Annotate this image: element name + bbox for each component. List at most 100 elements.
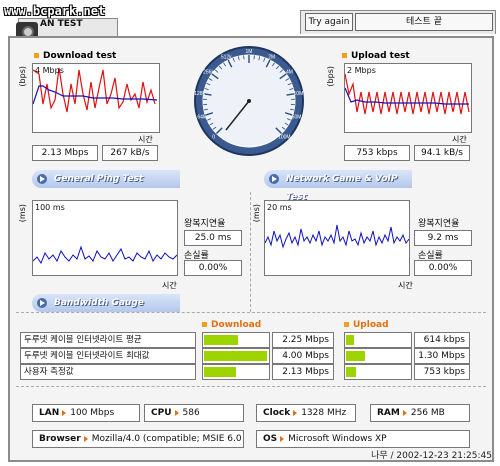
bandwidth-gauge-title: Bandwidth Gauge: [54, 298, 144, 308]
game-graph-svg: [264, 224, 410, 249]
ram-key: RAM: [377, 408, 400, 418]
retry-toolbar: Try again 테스트 끝: [300, 10, 496, 34]
upload-xlabel: 시간: [452, 135, 467, 144]
bullet-icon: [34, 53, 39, 58]
bandwidth-upload-header: Upload: [344, 320, 389, 330]
bandwidth-upload-header-text: Upload: [353, 320, 389, 330]
sysinfo-divider: [16, 386, 486, 387]
upload-title: Upload test: [342, 51, 410, 61]
bullet-icon: [344, 322, 349, 327]
download-xlabel: 시간: [138, 135, 153, 144]
lan-value: 100 Mbps: [70, 408, 115, 418]
ping-graph: 100 ms: [32, 200, 178, 276]
gauge-label: 128k: [194, 91, 205, 97]
lan-key: LAN: [39, 408, 60, 418]
bandwidth-down-fill: [204, 351, 267, 361]
gauge-hub: [247, 99, 251, 103]
footer-stamp: 나무 / 2002-12-23 21:25:45: [371, 451, 492, 461]
bandwidth-down-value: 2.25 Mbps: [272, 332, 334, 348]
bandwidth-gauge-header: Bandwidth Gauge: [32, 294, 180, 312]
game-xlabel: 시간: [398, 281, 413, 290]
ping-rtt-value: 25.0 ms: [184, 230, 242, 246]
bandwidth-down-bar: [202, 364, 270, 380]
gauge-label: 2M: [268, 54, 275, 60]
arrow-icon: [83, 435, 88, 442]
game-test-header: Network Game & VoIP Test: [264, 170, 412, 202]
section-arrow-icon: [37, 174, 47, 184]
download-max-label: 4 Mbps: [35, 66, 64, 75]
game-rtt-value: 9.2 ms: [414, 230, 472, 246]
gauge-label: 50M: [292, 114, 302, 120]
ping-max-label: 100 ms: [35, 203, 65, 212]
bandwidth-up-value: 1.30 Mbps: [414, 348, 470, 364]
gauge-label: 64k: [197, 114, 206, 120]
ping-xlabel: 시간: [162, 281, 177, 290]
upload-speed-bytes: 94.1 kB/s: [414, 145, 470, 161]
bandwidth-up-value: 753 kbps: [414, 364, 470, 380]
bandwidth-row-label: 사용자 측정값: [20, 364, 196, 380]
gauge-svg: 0 64k 128k 256k 512k 1M 2M 4M 10M 50M 100M: [194, 46, 304, 156]
arrow-icon: [402, 409, 407, 416]
arrow-icon: [62, 409, 67, 416]
clock-key: Clock: [263, 408, 291, 418]
arrow-icon: [293, 409, 298, 416]
bandwidth-up-bar: [344, 364, 412, 380]
bandwidth-up-bar: [344, 348, 412, 364]
bandwidth-down-fill: [204, 335, 238, 345]
bandwidth-up-fill: [346, 367, 356, 377]
gauge-label: 0: [212, 134, 215, 140]
gauge-label: 1M: [246, 49, 253, 55]
gauge-label: 4M: [286, 70, 293, 76]
ping-series: [32, 245, 178, 265]
ping-ylabel: (ms): [18, 204, 27, 223]
ping-test-title: General Ping Test: [54, 174, 144, 184]
cpu-key: CPU: [151, 408, 172, 418]
try-again-button[interactable]: Try again: [305, 13, 353, 31]
gauge-label: 256k: [203, 70, 214, 76]
section-divider: [250, 192, 251, 312]
gauge-label: 100M: [278, 134, 291, 140]
bandwidth-down-bar: [202, 332, 270, 348]
browser-info: Browser Mozilla/4.0 (compatible; MSIE 6.0: [32, 430, 244, 448]
bandwidth-up-value: 614 kbps: [414, 332, 470, 348]
bandwidth-download-header: Download: [202, 320, 261, 330]
bandwidth-row-label: 두루넷 케이블 인터넷라이트 평균: [20, 332, 196, 348]
game-loss-value: 0.00%: [414, 260, 472, 276]
ping-loss-value: 0.00%: [184, 260, 242, 276]
game-max-label: 20 ms: [267, 203, 292, 212]
upload-title-text: Upload test: [351, 51, 410, 61]
download-graph: 4 Mbps: [32, 63, 160, 133]
ram-info: RAM 256 MB: [370, 404, 470, 422]
browser-key: Browser: [39, 434, 81, 444]
download-title-text: Download test: [43, 51, 117, 61]
bandwidth-divider: [16, 312, 486, 313]
site-watermark: www.bcpark.net: [4, 4, 106, 18]
bandwidth-down-bar: [202, 348, 270, 364]
upload-graph: 2 Mbps: [344, 63, 472, 133]
bandwidth-up-fill: [346, 335, 354, 345]
bandwidth-down-fill: [204, 367, 236, 377]
bandwidth-down-value: 2.13 Mbps: [272, 364, 334, 380]
cpu-value: 586: [182, 408, 200, 418]
arrow-icon: [174, 409, 179, 416]
download-speed-bps: 2.13 Mbps: [32, 145, 98, 161]
bullet-icon: [202, 322, 207, 327]
download-title: Download test: [34, 51, 116, 61]
bullet-icon: [342, 53, 347, 58]
ping-rtt-label: 왕복지연율: [184, 219, 226, 229]
cpu-info: CPU 586: [144, 404, 244, 422]
download-speed-bytes: 267 kB/s: [102, 145, 158, 161]
bandwidth-row-label: 두루넷 케이블 인터넷라이트 최대값: [20, 348, 196, 364]
upload-speed-bps: 753 kbps: [344, 145, 410, 161]
game-series: [264, 224, 410, 249]
os-value: Microsoft Windows XP: [288, 434, 387, 444]
bandwidth-up-bar: [344, 332, 412, 348]
speed-gauge: 0 64k 128k 256k 512k 1M 2M 4M 10M 50M 100M: [192, 44, 306, 158]
section-arrow-icon: [37, 298, 47, 308]
download-series-blue: [32, 85, 158, 105]
game-ylabel: (ms): [252, 204, 261, 223]
section-arrow-icon: [269, 174, 279, 184]
browser-value: Mozilla/4.0 (compatible; MSIE 6.0: [91, 434, 242, 444]
gauge-label: 10M: [294, 91, 304, 97]
os-key: OS: [263, 434, 278, 444]
